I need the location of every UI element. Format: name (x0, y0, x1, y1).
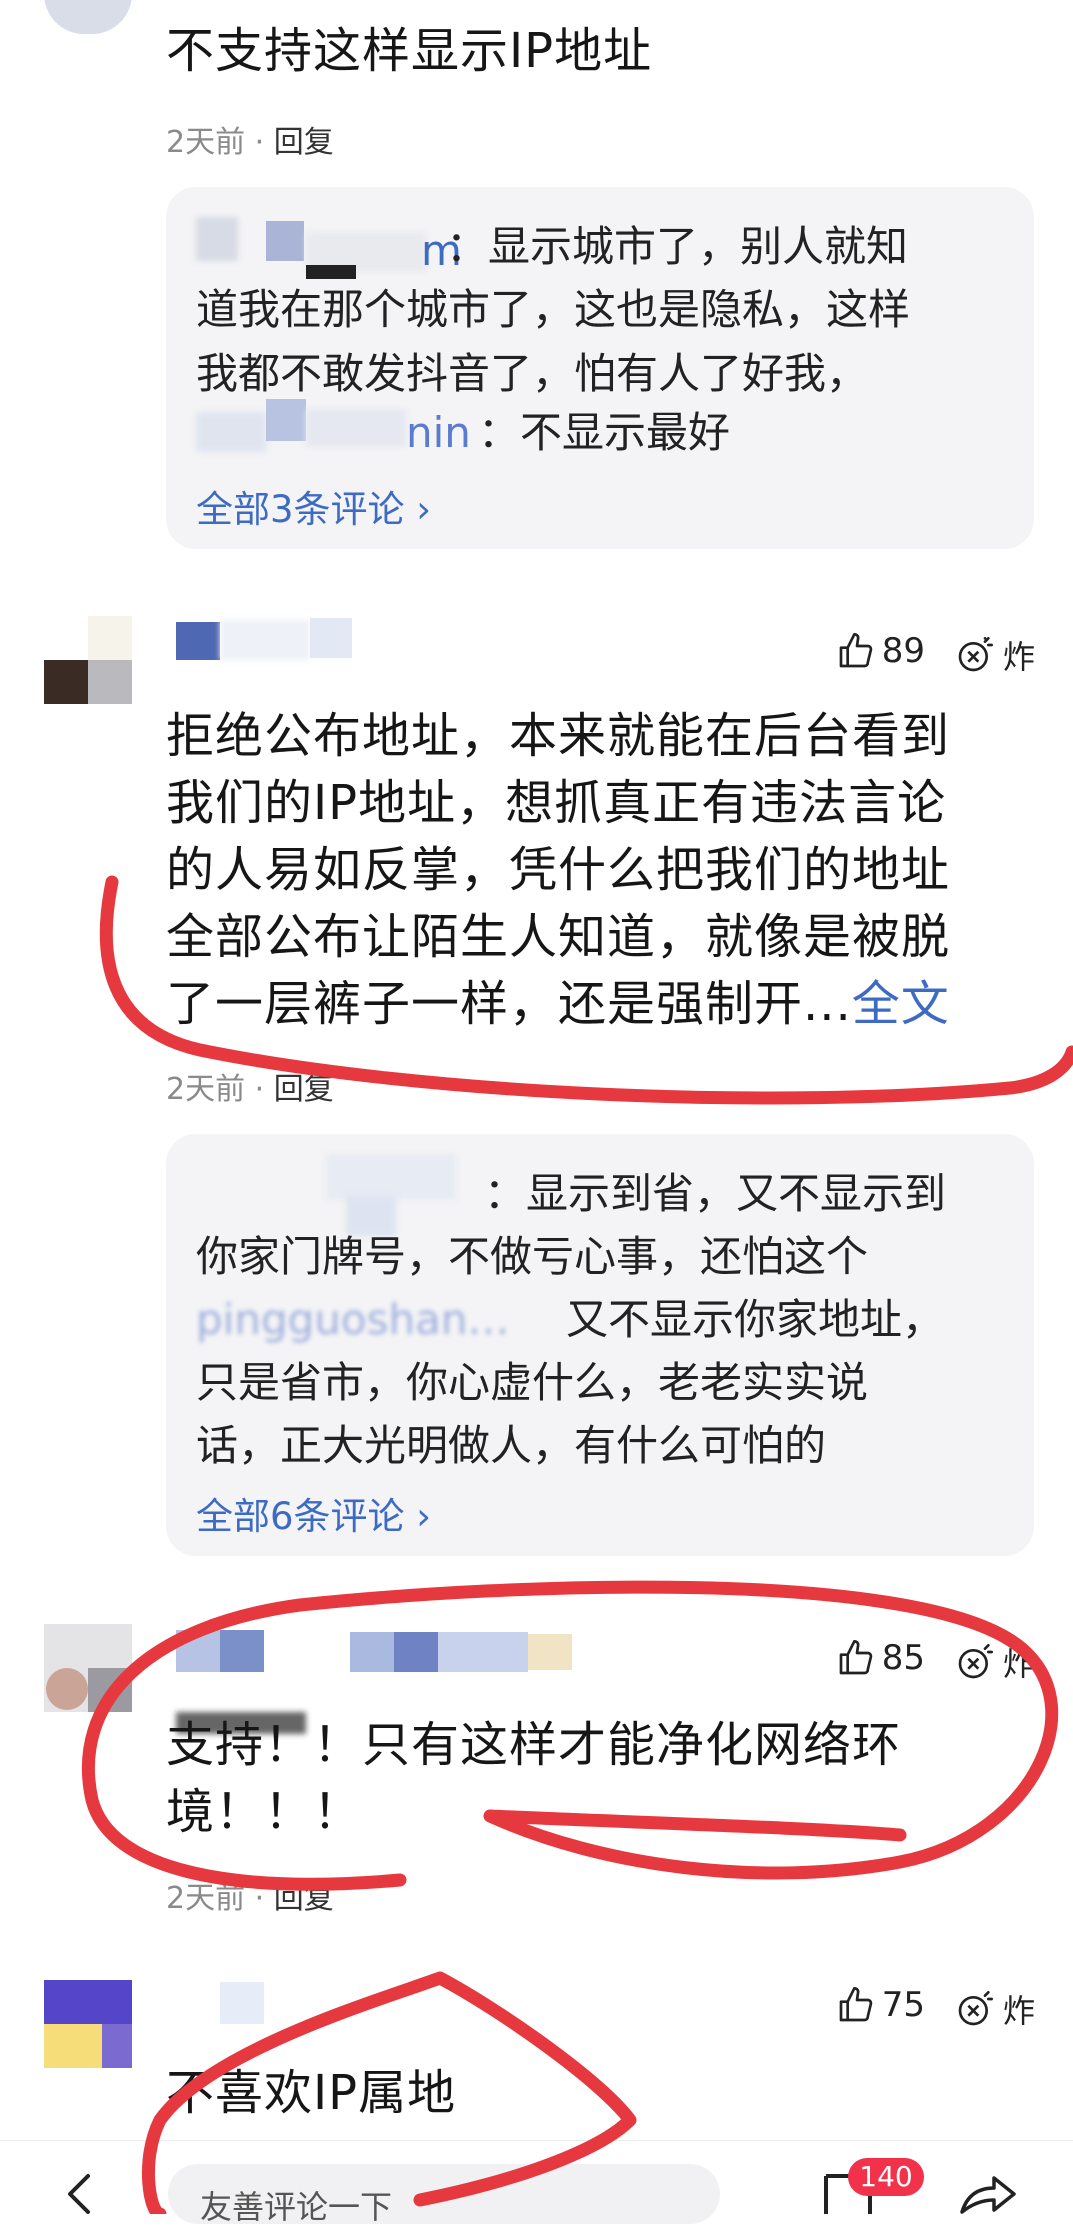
like-count: 85 (881, 1638, 925, 1678)
comment-time: 2天前 (166, 1072, 246, 1107)
blurred-username (306, 265, 356, 279)
comment-text: 了一层裤子一样，还是强制开...全文 (166, 976, 950, 1032)
blurred-username (306, 409, 406, 447)
bomb-icon (958, 1644, 993, 1679)
share-icon (960, 2176, 1016, 2214)
reply-box: m ：显示城市了，别人就知 道我在那个城市了，这也是隐私，这样 我都不敢发抖音了… (166, 187, 1034, 549)
reply-text: 只是省市，你心虚什么，老老实实说 (196, 1358, 869, 1407)
thumb-up-icon (839, 1640, 872, 1675)
comment-meta: 2天前 · 回复 (166, 125, 334, 160)
comment-input-placeholder: 友善评论一下 (200, 2188, 393, 2226)
avatar[interactable] (44, 1980, 132, 2068)
bomb-icon (958, 1991, 993, 2026)
reply-text: 又不显示你家地址， (566, 1295, 945, 1344)
blurred-username (310, 618, 352, 658)
blurred-username (438, 1632, 528, 1672)
comment-meta: 2天前 · 回复 (166, 1881, 334, 1916)
reply-author[interactable]: pingguoshan… (196, 1288, 509, 1351)
reply-author[interactable]: nin (406, 401, 471, 464)
reply-button[interactable]: 回复 (274, 125, 334, 160)
blurred-username (176, 1630, 220, 1672)
blurred-username (220, 1982, 264, 2024)
blurred-username (266, 221, 304, 261)
like-button[interactable]: 85 (836, 1638, 925, 1678)
like-count: 89 (881, 631, 925, 671)
blurred-username (176, 622, 220, 660)
share-button[interactable] (958, 2172, 1018, 2214)
reply-text: 我都不敢发抖音了，怕有人了好我， (196, 349, 869, 398)
reply-box: ：显示到省，又不显示到 你家门牌号，不做亏心事，还怕这个 pingguoshan… (166, 1134, 1034, 1556)
thumb-up-icon (839, 633, 872, 668)
comment-text: 不支持这样显示IP地址 (166, 23, 653, 79)
zha-button[interactable]: 炸 (955, 632, 1035, 678)
blurred-username (220, 620, 310, 660)
reply-text: 话，正大光明做人，有什么可怕的 (196, 1421, 827, 1470)
chevron-left-icon (68, 2174, 90, 2214)
comment-text: 不喜欢IP属地 (166, 2065, 457, 2121)
like-count: 75 (881, 1985, 925, 2025)
reply-text: ：显示到省，又不显示到 (484, 1169, 947, 1218)
avatar[interactable] (44, 0, 132, 34)
reply-button[interactable]: 回复 (274, 1072, 334, 1107)
comment-time: 2天前 (166, 1881, 246, 1916)
reply-text: 道我在那个城市了，这也是隐私，这样 (196, 285, 911, 334)
avatar[interactable] (44, 1624, 132, 1712)
back-button[interactable] (60, 2172, 100, 2214)
like-button[interactable]: 75 (836, 1985, 925, 2025)
expand-full-text-link[interactable]: 全文 (852, 976, 950, 1032)
reply-text: ：不显示最好 (478, 408, 731, 457)
view-all-replies-link[interactable]: 全部6条评论 › (196, 1486, 431, 1540)
blurred-username (528, 1634, 572, 1670)
reply-button[interactable]: 回复 (274, 1881, 334, 1916)
avatar[interactable] (44, 616, 132, 704)
reply-text: 你家门牌号，不做亏心事，还怕这个 (196, 1232, 869, 1281)
comment-text: 支持！！只有这样才能净化网络环 (166, 1717, 902, 1773)
comment-text: 全部公布让陌生人知道，就像是被脱 (166, 909, 951, 965)
zha-button[interactable]: 炸 (955, 1639, 1035, 1685)
comment-text: 拒绝公布地址，本来就能在后台看到 (166, 708, 951, 764)
comment-text: 我们的IP地址，想抓真正有违法言论 (166, 775, 947, 831)
comment-input[interactable]: 友善评论一下 (168, 2164, 720, 2226)
comment-text: 境！！！ (166, 1784, 363, 1840)
blurred-username (350, 1632, 394, 1672)
bomb-icon (958, 637, 993, 672)
blurred-username (394, 1632, 438, 1672)
like-button[interactable]: 89 (836, 631, 925, 671)
comment-time: 2天前 (166, 125, 246, 160)
comment-meta: 2天前 · 回复 (166, 1072, 334, 1107)
zha-button[interactable]: 炸 (955, 1986, 1035, 2032)
reply-text: ：显示城市了，别人就知 (446, 222, 909, 271)
view-all-replies-link[interactable]: 全部3条评论 › (196, 479, 431, 533)
thumb-up-icon (839, 1987, 872, 2022)
blurred-username (326, 1154, 456, 1200)
blurred-username (220, 1630, 264, 1672)
comment-count-badge: 140 (848, 2158, 924, 2196)
blurred-username (266, 399, 306, 441)
blurred-username (196, 412, 266, 452)
blurred-username (196, 217, 238, 261)
comment-text: 的人易如反掌，凭什么把我们的地址 (166, 842, 951, 898)
